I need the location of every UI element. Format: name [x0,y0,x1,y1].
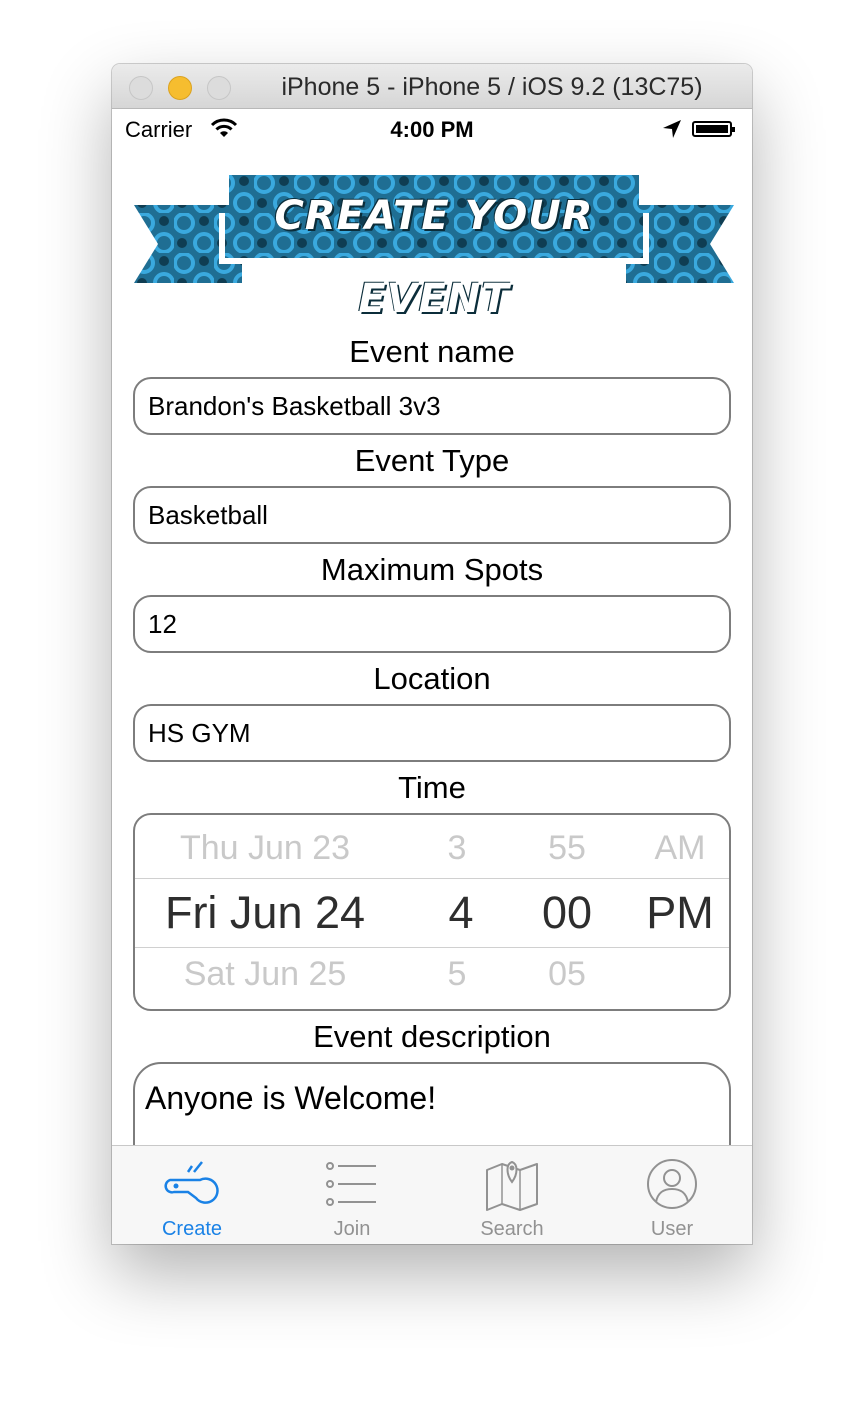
picker-minute-prev[interactable]: 55 [522,829,612,868]
tab-search-label: Search [480,1218,544,1240]
picker-selection-top-line [135,878,729,879]
event-type-label: Event Type [354,443,510,478]
picker-minute-next[interactable]: 05 [522,955,612,994]
create-event-banner: CREATE YOUR EVENT [134,173,734,322]
picker-ampm-selected[interactable]: PM [635,887,725,939]
maximum-spots-field[interactable]: 12 [133,595,731,653]
picker-hour-next[interactable]: 5 [427,955,487,994]
close-window-button[interactable] [129,76,153,100]
minimize-window-button[interactable] [168,76,192,100]
whistle-icon [164,1161,219,1204]
phone-screen: Carrier 4:00 PM CREATE YOUR EVENT Event … [112,109,752,1244]
event-description-label: Event description [313,1019,551,1054]
picker-minute-selected[interactable]: 00 [522,887,612,939]
event-name-field[interactable]: Brandon's Basketball 3v3 [133,377,731,435]
picker-date-next[interactable]: Sat Jun 25 [145,955,385,994]
banner-title: CREATE YOUR EVENT [274,193,594,322]
tab-join[interactable]: Join [272,1146,432,1244]
tab-user[interactable]: User [592,1146,752,1244]
tab-user-label: User [650,1218,694,1240]
picker-ampm-prev[interactable]: AM [635,829,725,868]
time-picker[interactable]: Thu Jun 23 Fri Jun 24 Sat Jun 25 3 4 5 5… [133,813,731,1011]
tab-search[interactable]: Search [432,1146,592,1244]
user-icon [647,1159,697,1209]
status-time: 4:00 PM [390,117,474,142]
picker-hour-prev[interactable]: 3 [427,829,487,868]
window-title: iPhone 5 - iPhone 5 / iOS 9.2 (13C75) [281,73,703,101]
tab-create[interactable]: Create [112,1146,272,1244]
picker-hour-selected[interactable]: 4 [431,887,491,939]
tab-join-label: Join [333,1218,371,1240]
map-icon [486,1160,538,1211]
location-label: Location [373,661,491,696]
event-name-label: Event name [349,334,515,369]
status-bar: Carrier 4:00 PM [112,109,752,149]
event-type-field[interactable]: Basketball [133,486,731,544]
battery-icon [692,121,735,137]
location-field[interactable]: HS GYM [133,704,731,762]
location-arrow-icon [663,120,681,138]
maximum-spots-label: Maximum Spots [320,552,544,587]
time-label: Time [398,770,466,805]
window-titlebar: iPhone 5 - iPhone 5 / iOS 9.2 (13C75) [112,64,752,109]
tab-bar: Create Join Search User [112,1145,752,1244]
simulator-window: iPhone 5 - iPhone 5 / iOS 9.2 (13C75) Ca… [112,64,752,1244]
picker-date-selected[interactable]: Fri Jun 24 [145,887,385,939]
list-icon [326,1162,376,1206]
tab-create-label: Create [161,1218,223,1240]
picker-selection-bottom-line [135,947,729,948]
zoom-window-button[interactable] [207,76,231,100]
picker-date-prev[interactable]: Thu Jun 23 [145,829,385,868]
